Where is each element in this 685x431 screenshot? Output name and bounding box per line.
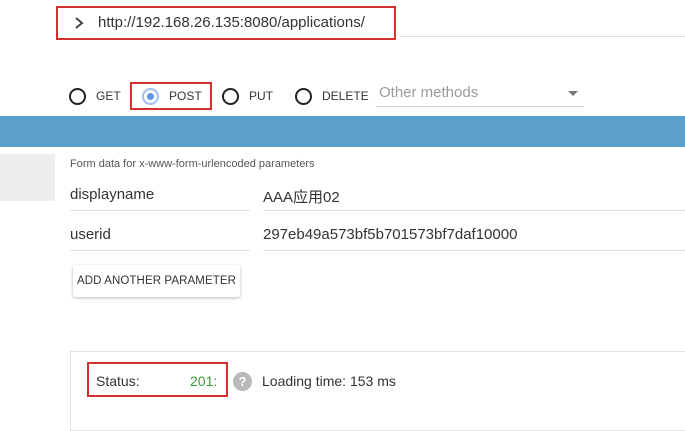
other-methods-dropdown[interactable]: Other methods	[376, 82, 584, 107]
status-label: Status:	[96, 373, 140, 389]
url-underline	[400, 36, 685, 37]
radio-put[interactable]	[222, 87, 239, 105]
url-field[interactable]: http://192.168.26.135:8080/applications/	[98, 14, 365, 31]
other-methods-placeholder: Other methods	[379, 84, 479, 101]
method-post-label: POST	[169, 89, 202, 103]
loading-time: Loading time: 153 ms	[262, 373, 396, 389]
param-name-text: userid	[70, 226, 111, 243]
dropdown-arrow-icon	[568, 91, 578, 96]
param-value-text: 297eb49a573bf5b701573bf7daf10000	[263, 226, 518, 243]
method-delete-option[interactable]: DELETE	[295, 86, 369, 106]
chevron-right-icon[interactable]	[72, 13, 86, 33]
method-get-label: GET	[96, 89, 121, 103]
method-put-label: PUT	[249, 89, 273, 103]
side-tab[interactable]	[0, 154, 55, 201]
radio-get[interactable]	[69, 87, 86, 105]
param-value-field[interactable]: AAA应用02	[263, 181, 685, 211]
radio-delete[interactable]	[295, 87, 312, 105]
status-code: 201:	[190, 373, 218, 389]
param-name-field[interactable]: userid	[70, 221, 250, 251]
method-put-option[interactable]: PUT	[222, 86, 273, 106]
add-parameter-button[interactable]: ADD ANOTHER PARAMETER	[73, 265, 240, 297]
toolbar-bar	[0, 116, 685, 147]
param-name-field[interactable]: displayname	[70, 181, 250, 211]
method-get-option[interactable]: GET	[69, 86, 121, 106]
param-name-text: displayname	[70, 186, 155, 203]
method-delete-label: DELETE	[322, 89, 369, 103]
help-icon[interactable]: ?	[233, 372, 252, 391]
form-caption: Form data for x-www-form-urlencoded para…	[70, 158, 315, 170]
param-value-field[interactable]: 297eb49a573bf5b701573bf7daf10000	[263, 221, 685, 251]
method-post-option[interactable]: POST	[142, 86, 202, 106]
radio-post-selected[interactable]	[142, 87, 159, 105]
param-value-text: AAA应用02	[263, 189, 340, 206]
